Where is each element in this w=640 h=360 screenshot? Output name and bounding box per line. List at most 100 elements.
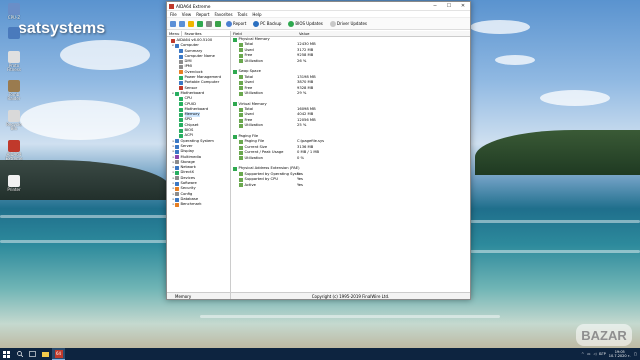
- menu-item[interactable]: Tools: [238, 12, 248, 17]
- value-column-header[interactable]: Value: [297, 31, 309, 36]
- menu-bar: File View Report Favorites Tools Help: [167, 11, 470, 18]
- detail-row[interactable]: Utilization 0 %: [231, 156, 470, 161]
- desktop-icon[interactable]: CPU-Z: [3, 3, 25, 25]
- menu-item[interactable]: Favorites: [214, 12, 232, 17]
- pc-backup-button[interactable]: PC Backup: [251, 20, 283, 27]
- tree-node-icon: [179, 112, 183, 117]
- tree-node-icon: [171, 38, 175, 43]
- field-cell: Utilization: [231, 91, 297, 96]
- desktop-icon[interactable]: Recycle Bin: [3, 110, 25, 132]
- menu-item[interactable]: Help: [252, 12, 261, 17]
- tree-node-icon: [175, 149, 179, 154]
- memory-icon: [239, 145, 243, 150]
- tree-node[interactable]: > Benchmark: [167, 202, 230, 207]
- status-bar: Memory Copyright (c) 1995-2019 FinalWire…: [167, 292, 470, 299]
- desktop-icon[interactable]: Tomb Raider: [3, 80, 25, 102]
- chart-icon[interactable]: [215, 20, 221, 27]
- start-button[interactable]: [0, 348, 13, 360]
- clock[interactable]: 19:05 10.7.2020 г.: [609, 350, 631, 358]
- report-button[interactable]: Report: [224, 20, 248, 27]
- detail-row[interactable]: Utilization 26 %: [231, 59, 470, 64]
- tree-node-icon: [175, 139, 179, 144]
- menu-item[interactable]: File: [170, 12, 177, 17]
- app-shortcut-icon: [8, 140, 20, 152]
- notifications-icon[interactable]: ▢: [634, 352, 637, 356]
- navigation-tree: AIDA64 v6.00.5100 v Computer Summary Compute…: [167, 37, 230, 292]
- cloud: [470, 20, 530, 34]
- user-icon[interactable]: [206, 20, 212, 27]
- refresh-icon[interactable]: [197, 20, 203, 27]
- memory-icon: [239, 172, 243, 177]
- memory-icon: [239, 113, 243, 118]
- desktop-icon-label: AIDA64 Extreme: [5, 152, 23, 161]
- task-view-button[interactable]: [26, 348, 39, 360]
- chevron-up-icon[interactable]: ^: [581, 352, 584, 356]
- details-pane: Field Value Physical Memory Total 12430 MB…: [231, 31, 470, 292]
- driver-updates-button[interactable]: Driver Updates: [328, 20, 369, 27]
- tree-node-icon: [175, 197, 179, 202]
- memory-icon: [239, 59, 243, 64]
- volume-icon[interactable]: ◁: [593, 352, 596, 356]
- tree-node-icon: [179, 128, 183, 133]
- tree-node-icon: [175, 165, 179, 170]
- navigation-pane: Menu Favorites AIDA64 v6.00.5100 v Compute…: [167, 31, 231, 292]
- forward-icon[interactable]: [179, 20, 185, 27]
- pc-backup-label: PC Backup: [260, 21, 282, 26]
- detail-row[interactable]: Active Yes: [231, 183, 470, 188]
- watermark-logo: BAZAR: [576, 324, 632, 346]
- tree-node-icon: [175, 176, 179, 181]
- memory-icon: [239, 91, 243, 96]
- clock-date: 10.7.2020 г.: [608, 354, 631, 358]
- field-cell: Utilization: [231, 156, 297, 161]
- tree-node-icon: [175, 181, 179, 186]
- menu-item[interactable]: View: [182, 12, 192, 17]
- folder-icon: [42, 351, 49, 357]
- title-bar[interactable]: AIDA64 Extreme ─ ☐ ✕: [167, 2, 470, 11]
- detail-row[interactable]: Utilization 25 %: [231, 123, 470, 128]
- network-icon[interactable]: ▭: [587, 352, 590, 356]
- report-label: Report: [233, 21, 247, 26]
- desktop-icon[interactable]: [3, 27, 25, 49]
- memory-icon: [239, 140, 243, 145]
- window-title: AIDA64 Extreme: [176, 3, 211, 9]
- tree-node-icon: [179, 96, 183, 101]
- tree-node-icon: [179, 133, 183, 138]
- tree-node-icon: [175, 43, 179, 48]
- back-icon[interactable]: [170, 20, 176, 27]
- aida64-taskbar-button[interactable]: 64: [52, 348, 65, 360]
- up-icon[interactable]: [188, 20, 194, 27]
- menu-item[interactable]: Report: [196, 12, 209, 17]
- wave: [200, 315, 500, 318]
- minimize-button[interactable]: ─: [428, 2, 442, 11]
- close-button[interactable]: ✕: [456, 2, 470, 11]
- field-column-header[interactable]: Field: [231, 31, 297, 36]
- value-cell: 26 %: [297, 58, 307, 63]
- search-icon: [329, 20, 336, 27]
- app-shortcut-icon: [8, 51, 20, 63]
- bios-updates-button[interactable]: BIOS Updates: [286, 20, 324, 27]
- tree-node-icon: [175, 192, 179, 197]
- group-icon: [233, 102, 237, 107]
- aida64-icon: 64: [54, 349, 63, 358]
- file-explorer-button[interactable]: [39, 348, 52, 360]
- memory-icon: [239, 43, 243, 48]
- memory-icon: [239, 107, 243, 112]
- desktop-icon[interactable]: AIDA64 Extreme: [3, 140, 25, 162]
- tree-node-icon: [175, 202, 179, 207]
- wave: [0, 240, 170, 243]
- tree-node-icon: [179, 118, 183, 123]
- maximize-button[interactable]: ☐: [442, 2, 456, 11]
- desktop-icon[interactable]: Printer: [3, 175, 25, 197]
- memory-icon: [239, 118, 243, 123]
- search-button[interactable]: [13, 348, 26, 360]
- value-cell: 29 %: [297, 90, 307, 95]
- tree-node-icon: [179, 70, 183, 75]
- tab-favorites[interactable]: Favorites: [182, 31, 203, 36]
- desktop-icon[interactable]: Proto Fitness: [3, 51, 25, 73]
- language-indicator[interactable]: БГР: [599, 352, 606, 356]
- desktop-icon-label: Tomb Raider: [7, 92, 21, 101]
- task-view-icon: [29, 351, 36, 357]
- tab-menu[interactable]: Menu: [167, 31, 183, 36]
- detail-row[interactable]: Utilization 29 %: [231, 91, 470, 96]
- brand-text: satsystems: [18, 20, 106, 37]
